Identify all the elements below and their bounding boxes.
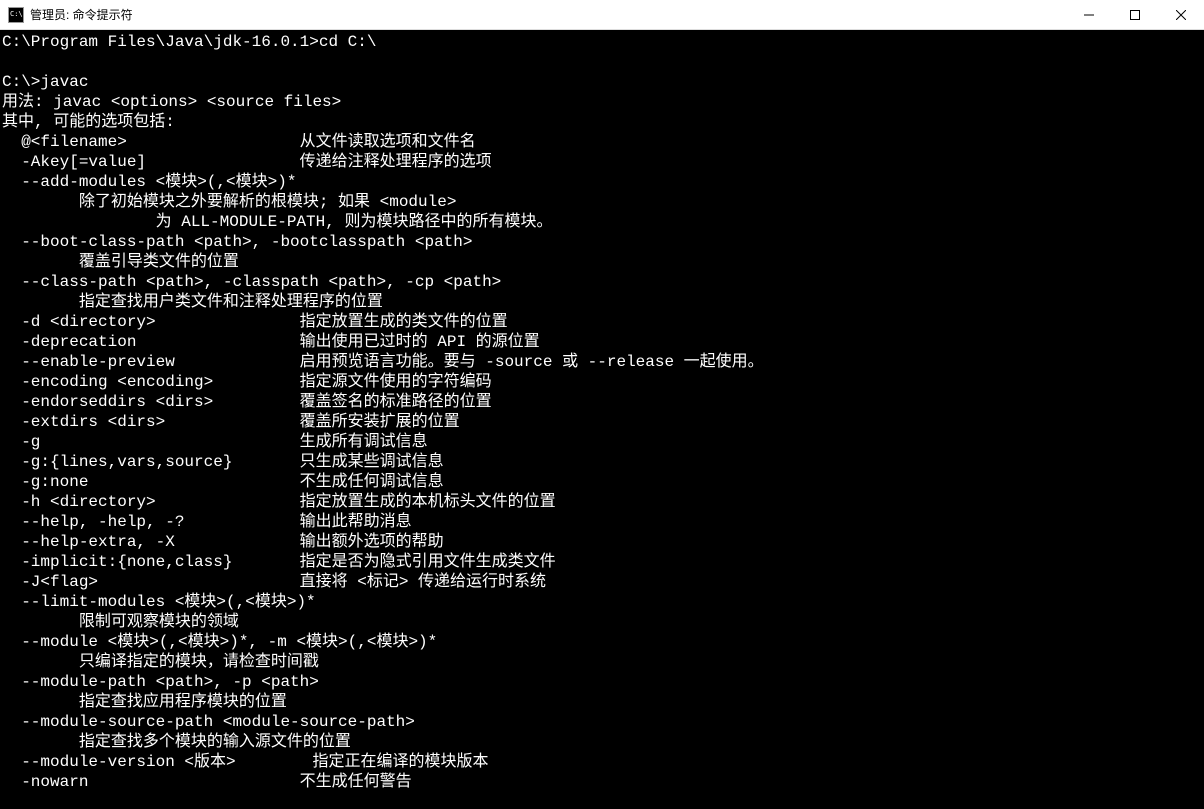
window-controls [1066,0,1204,29]
terminal-output[interactable]: C:\Program Files\Java\jdk-16.0.1>cd C:\ … [0,30,1204,809]
titlebar[interactable]: 管理员: 命令提示符 [0,0,1204,30]
minimize-button[interactable] [1066,0,1112,29]
window-title: 管理员: 命令提示符 [30,6,1066,23]
maximize-icon [1130,10,1140,20]
maximize-button[interactable] [1112,0,1158,29]
cmd-icon [8,7,24,23]
close-icon [1176,10,1186,20]
close-button[interactable] [1158,0,1204,29]
minimize-icon [1084,10,1094,20]
